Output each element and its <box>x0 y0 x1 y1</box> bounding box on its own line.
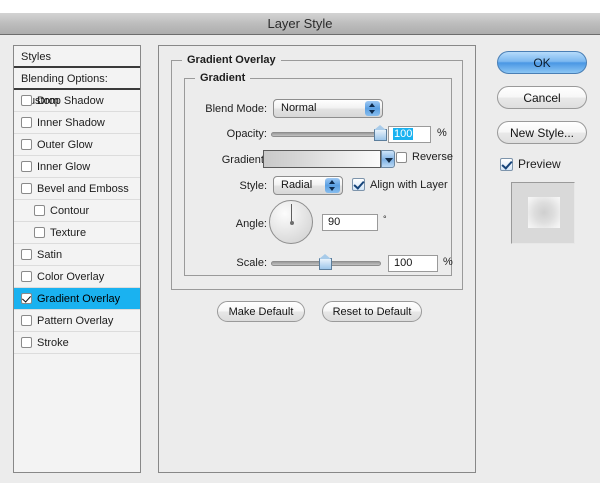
sidebar-item-checkbox[interactable] <box>21 95 32 106</box>
gradient-overlay-group: Gradient Overlay Gradient Blend Mode: No… <box>171 54 463 290</box>
gradient-picker-chevron-icon[interactable] <box>381 150 395 168</box>
blend-mode-select[interactable]: Normal <box>273 99 383 118</box>
sidebar-item-color-overlay[interactable]: Color Overlay <box>14 266 140 288</box>
reset-to-default-button[interactable]: Reset to Default <box>322 301 422 322</box>
gradient-overlay-group-title: Gradient Overlay <box>182 54 281 66</box>
reverse-checkbox-box <box>396 151 407 163</box>
scale-slider-thumb[interactable] <box>319 254 332 270</box>
sidebar-item-label: Pattern Overlay <box>37 314 114 327</box>
sidebar-item-label: Satin <box>37 248 63 261</box>
angle-unit: ° <box>383 214 387 224</box>
layer-style-dialog: Layer Style Styles Blending Options: Cus… <box>0 13 600 483</box>
sidebar-item-label: Texture <box>50 226 87 239</box>
sidebar-item-checkbox[interactable] <box>21 249 32 260</box>
angle-label: Angle: <box>235 218 267 230</box>
cancel-button[interactable]: Cancel <box>497 86 587 109</box>
new-style-button[interactable]: New Style... <box>497 121 587 144</box>
make-default-button[interactable]: Make Default <box>217 301 305 322</box>
sidebar-item-label: Gradient Overlay <box>37 292 121 305</box>
sidebar-item-label: Contour <box>50 204 90 217</box>
align-with-layer-checkbox[interactable]: Align with Layer <box>352 178 448 191</box>
sidebar-item-label: Bevel and Emboss <box>37 182 129 195</box>
chevron-updown-icon <box>325 178 340 193</box>
sidebar-item-checkbox[interactable] <box>21 117 32 128</box>
preview-thumbnail <box>511 182 575 244</box>
sidebar-item-checkbox[interactable] <box>21 139 32 150</box>
sidebar-item-contour[interactable]: Contour <box>14 200 140 222</box>
style-select[interactable]: Radial <box>273 176 343 195</box>
sidebar-item-label: Drop Shadow <box>37 94 104 107</box>
scale-input[interactable]: 100 <box>388 255 438 272</box>
sidebar-item-pattern-overlay[interactable]: Pattern Overlay <box>14 310 140 332</box>
sidebar-header: Styles <box>14 46 140 68</box>
sidebar-item-texture[interactable]: Texture <box>14 222 140 244</box>
sidebar-item-blending-options[interactable]: Blending Options: Custom <box>14 68 140 107</box>
scale-unit: % <box>443 256 453 268</box>
blend-mode-label: Blend Mode: <box>205 103 267 115</box>
angle-value: 90 <box>328 216 341 228</box>
sidebar-item-gradient-overlay[interactable]: Gradient Overlay <box>14 288 140 310</box>
style-value: Radial <box>281 179 313 191</box>
scale-label: Scale: <box>236 257 267 269</box>
sidebar-item-label: Stroke <box>37 336 69 349</box>
sidebar-item-stroke[interactable]: Stroke <box>14 332 140 354</box>
reverse-checkbox[interactable]: Reverse <box>396 151 453 163</box>
style-label: Style: <box>239 180 267 192</box>
gradient-group: Gradient Blend Mode: Normal Opacity: 100… <box>184 72 453 276</box>
chevron-updown-icon <box>365 101 380 116</box>
sidebar-item-checkbox[interactable] <box>21 271 32 282</box>
gradient-overlay-panel: Gradient Overlay Gradient Blend Mode: No… <box>158 45 476 473</box>
sidebar-item-label: Inner Shadow <box>37 116 105 129</box>
sidebar-item-checkbox[interactable] <box>21 183 32 194</box>
preview-gradient-shape <box>528 197 560 228</box>
opacity-slider-thumb[interactable] <box>374 125 387 141</box>
sidebar-item-checkbox[interactable] <box>21 293 32 304</box>
preview-label: Preview <box>518 157 561 171</box>
angle-input[interactable]: 90 <box>322 214 378 231</box>
window-title: Layer Style <box>267 16 333 31</box>
sidebar-item-checkbox[interactable] <box>21 161 32 172</box>
opacity-value: 100 <box>393 128 414 140</box>
gradient-label: Gradient: <box>221 154 267 166</box>
preview-checkbox-box <box>500 157 513 171</box>
sidebar-item-inner-shadow[interactable]: Inner Shadow <box>14 112 140 134</box>
sidebar-item-checkbox[interactable] <box>34 205 45 216</box>
sidebar-item-label: Outer Glow <box>37 138 93 151</box>
sidebar-item-list: Drop Shadow Inner Shadow Outer Glow Inner G… <box>14 90 140 354</box>
sidebar-item-outer-glow[interactable]: Outer Glow <box>14 134 140 156</box>
preview-checkbox[interactable]: Preview <box>500 157 561 171</box>
opacity-label: Opacity: <box>226 128 267 140</box>
sidebar-item-label: Color Overlay <box>37 270 105 283</box>
opacity-slider-track[interactable] <box>271 132 381 137</box>
reverse-label: Reverse <box>412 151 453 163</box>
opacity-unit: % <box>437 127 447 139</box>
sidebar-item-satin[interactable]: Satin <box>14 244 140 266</box>
sidebar-item-label: Inner Glow <box>37 160 91 173</box>
angle-dial-center <box>289 220 294 225</box>
gradient-swatch[interactable] <box>263 150 381 168</box>
opacity-input[interactable]: 100 <box>388 126 431 143</box>
sidebar-item-checkbox[interactable] <box>21 315 32 326</box>
title-bar: Layer Style <box>0 13 600 35</box>
align-with-layer-checkbox-box <box>352 178 365 191</box>
align-with-layer-label: Align with Layer <box>370 178 448 191</box>
styles-sidebar: Styles Blending Options: Custom Drop Sha… <box>13 45 141 473</box>
sidebar-item-bevel-and-emboss[interactable]: Bevel and Emboss <box>14 178 140 200</box>
ok-button[interactable]: OK <box>497 51 587 74</box>
blend-mode-value: Normal <box>281 102 317 114</box>
sidebar-item-checkbox[interactable] <box>21 337 32 348</box>
scale-value: 100 <box>394 257 413 269</box>
sidebar-item-inner-glow[interactable]: Inner Glow <box>14 156 140 178</box>
angle-dial[interactable] <box>269 200 313 244</box>
sidebar-item-checkbox[interactable] <box>34 227 45 238</box>
gradient-group-title: Gradient <box>195 72 251 84</box>
